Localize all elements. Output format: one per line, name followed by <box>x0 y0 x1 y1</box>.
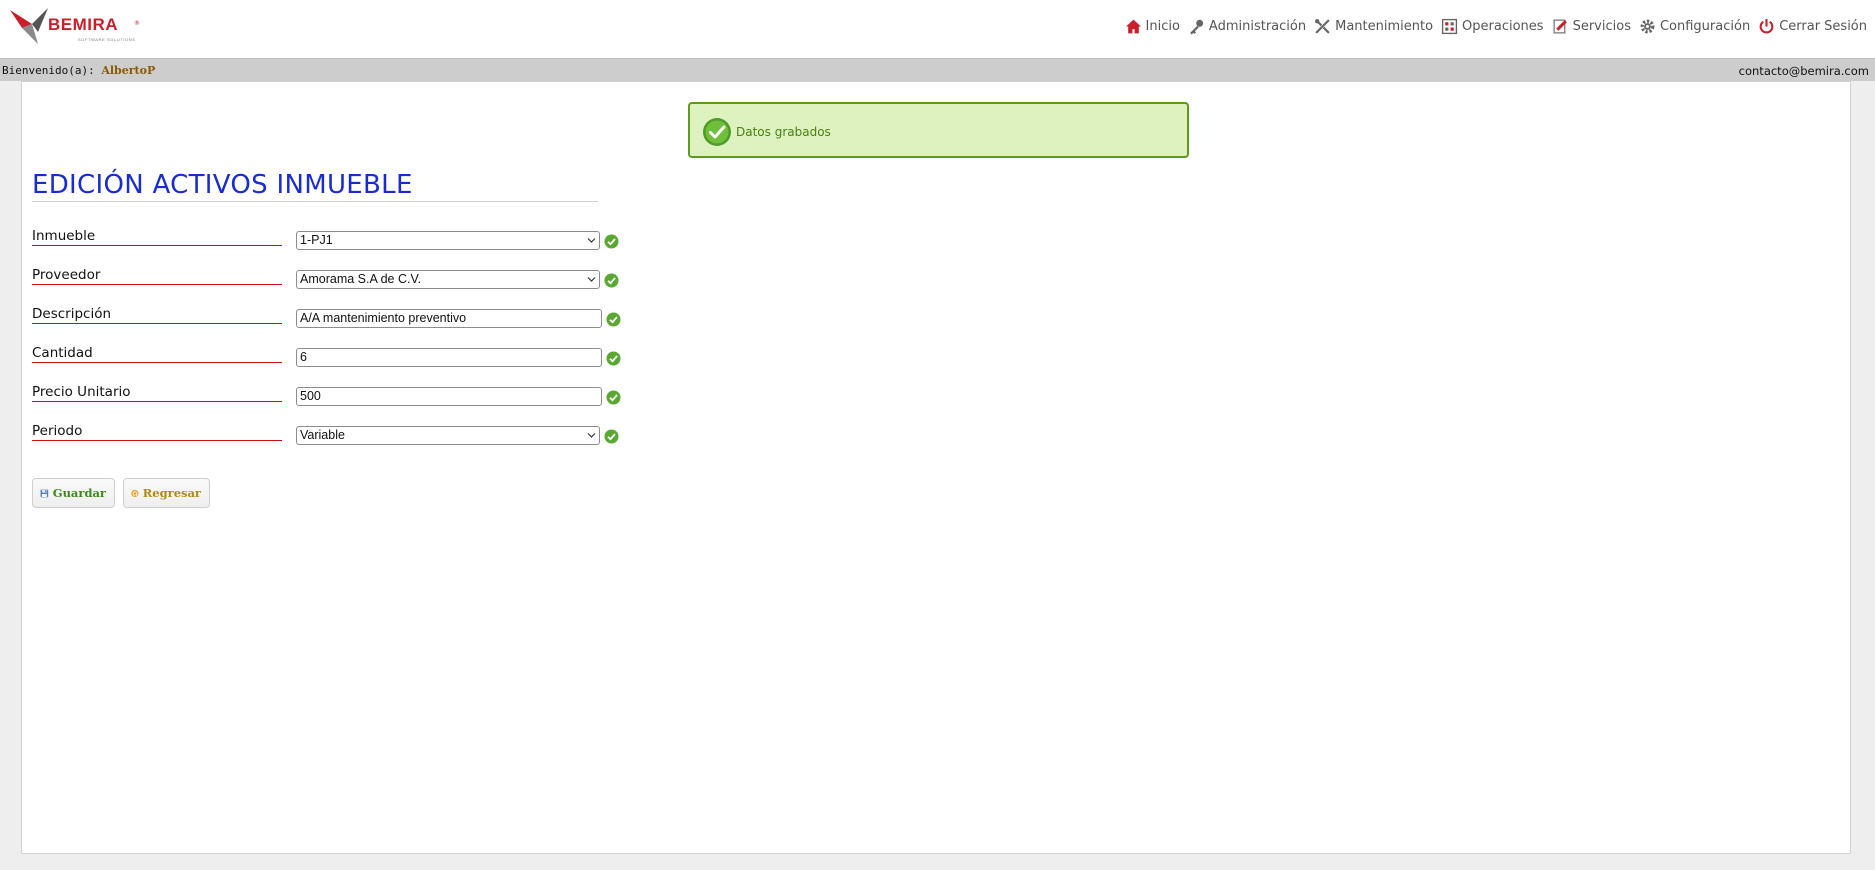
save-label: Guardar <box>52 486 106 500</box>
back-label: Regresar <box>142 486 201 500</box>
nav-servicios[interactable]: Servicios <box>1552 18 1631 35</box>
power-icon <box>1759 18 1774 33</box>
nav-configuracion[interactable]: Configuración <box>1639 18 1750 35</box>
row-inmueble: Inmueble 1-PJ1 <box>32 228 632 250</box>
key-icon <box>1190 19 1204 34</box>
main-panel: Datos grabados EDICIÓN ACTIVOS INMUEBLE … <box>21 81 1851 854</box>
nav-label: Administración <box>1208 18 1307 34</box>
username: AlbertoP <box>101 64 156 77</box>
nav-label: Mantenimiento <box>1335 18 1434 34</box>
chevron-down-icon <box>587 238 596 243</box>
welcome-message: Bienvenido(a): AlbertoP <box>2 64 155 77</box>
cantidad-input[interactable]: 6 <box>296 348 602 367</box>
precio-unitario-input[interactable]: 500 <box>296 387 602 406</box>
nav-label: Operaciones <box>1462 18 1544 34</box>
row-precio-unitario: Precio Unitario 500 <box>32 384 632 406</box>
logo-mark-icon <box>10 8 48 44</box>
grid-icon <box>1441 18 1458 34</box>
nav-label: Inicio <box>1145 18 1180 34</box>
proveedor-select[interactable]: Amorama S.A de C.V. <box>296 270 600 289</box>
bemira-logo[interactable]: BEMIRA ® SOFTWARE SOLUTIONS <box>8 6 140 46</box>
nav-inicio[interactable]: Inicio <box>1125 18 1180 35</box>
nav-label: Cerrar Sesión <box>1779 18 1867 34</box>
label-descripcion: Descripción <box>32 306 282 324</box>
welcome-prefix: Bienvenido(a): <box>2 64 95 77</box>
nav-cerrar-sesion[interactable]: Cerrar Sesión <box>1758 18 1867 35</box>
home-icon <box>1125 19 1141 33</box>
logo-tagline: SOFTWARE SOLUTIONS <box>78 37 136 42</box>
contact-email[interactable]: contacto@bemira.com <box>1739 64 1869 78</box>
label-precio-unitario: Precio Unitario <box>32 384 282 402</box>
check-circle-icon <box>703 118 731 146</box>
gear-icon <box>1640 19 1655 33</box>
label-proveedor: Proveedor <box>32 267 282 285</box>
welcome-bar: Bienvenido(a): AlbertoP contacto@bemira.… <box>0 58 1875 81</box>
chevron-down-icon <box>587 277 596 282</box>
logo-registered: ® <box>134 20 140 27</box>
tools-icon <box>1315 18 1330 34</box>
valid-check-icon <box>606 390 621 405</box>
chevron-down-icon <box>587 433 596 438</box>
page-title: EDICIÓN ACTIVOS INMUEBLE <box>32 170 598 202</box>
main-nav: Inicio Administración Mantenimiento Oper… <box>1117 17 1867 35</box>
valid-check-icon <box>606 312 621 327</box>
proveedor-value: Amorama S.A de C.V. <box>300 272 422 286</box>
valid-check-icon <box>604 273 619 288</box>
periodo-select[interactable]: Variable <box>296 426 600 445</box>
return-arrow-icon <box>131 489 139 497</box>
alert-message: Datos grabados <box>736 125 831 139</box>
inmueble-select[interactable]: 1-PJ1 <box>296 231 600 250</box>
nav-mantenimiento[interactable]: Mantenimiento <box>1314 18 1433 35</box>
periodo-value: Variable <box>300 428 345 442</box>
row-descripcion: Descripción A/A mantenimiento preventivo <box>32 306 632 328</box>
logo-text: BEMIRA <box>48 15 119 34</box>
valid-check-icon <box>606 351 621 366</box>
back-button[interactable]: Regresar <box>123 478 210 508</box>
nav-label: Configuración <box>1659 18 1751 34</box>
row-cantidad: Cantidad 6 <box>32 345 632 367</box>
label-inmueble: Inmueble <box>32 228 282 246</box>
valid-check-icon <box>604 234 619 249</box>
label-periodo: Periodo <box>32 423 282 441</box>
nav-label: Servicios <box>1572 18 1631 34</box>
row-periodo: Periodo Variable <box>32 423 632 445</box>
floppy-disk-icon <box>40 489 49 497</box>
save-button[interactable]: Guardar <box>32 478 115 508</box>
valid-check-icon <box>604 429 619 444</box>
descripcion-input[interactable]: A/A mantenimiento preventivo <box>296 309 602 328</box>
row-proveedor: Proveedor Amorama S.A de C.V. <box>32 267 632 289</box>
label-cantidad: Cantidad <box>32 345 282 363</box>
edit-icon <box>1553 18 1567 34</box>
success-alert: Datos grabados <box>688 102 1189 158</box>
nav-administracion[interactable]: Administración <box>1188 18 1306 35</box>
inmueble-value: 1-PJ1 <box>300 233 333 247</box>
top-header: BEMIRA ® SOFTWARE SOLUTIONS Inicio Admin… <box>0 0 1875 58</box>
nav-operaciones[interactable]: Operaciones <box>1441 18 1544 35</box>
